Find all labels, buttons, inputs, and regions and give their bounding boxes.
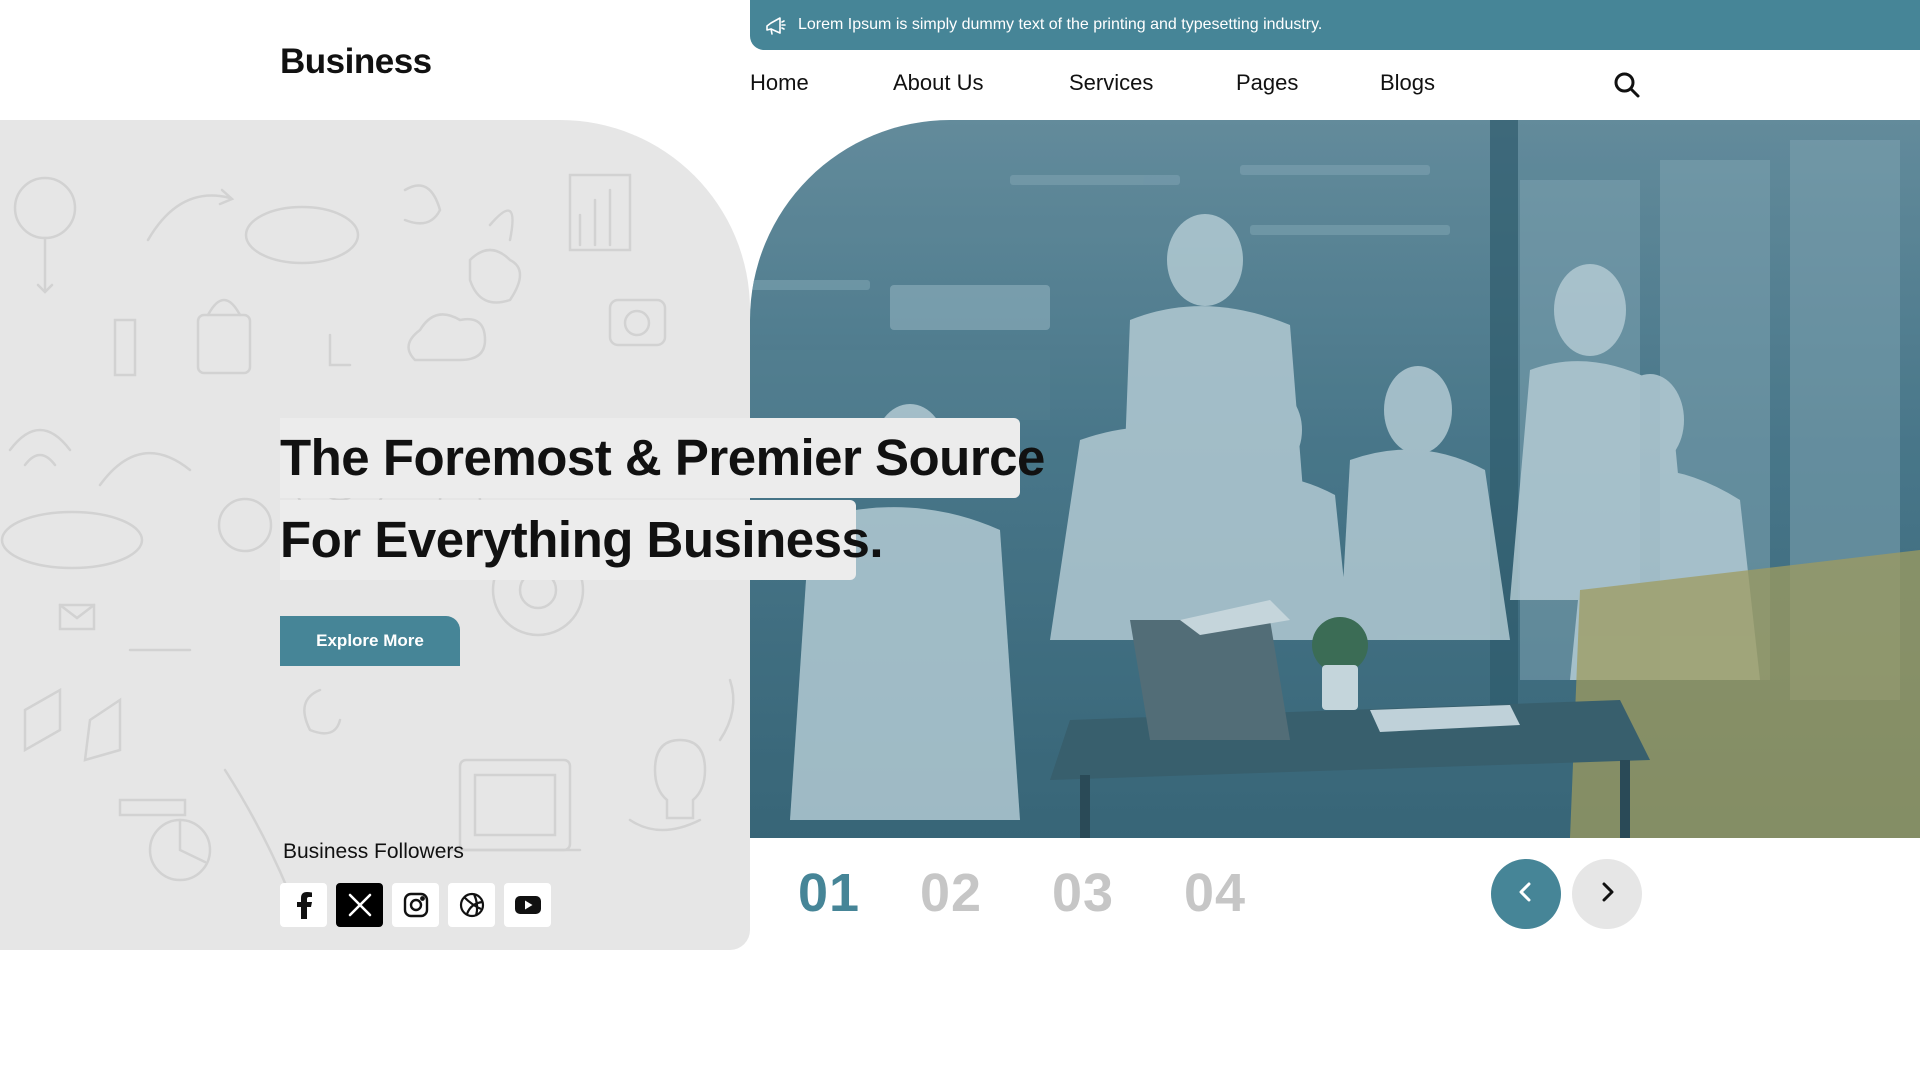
announcement-bar: Lorem Ipsum is simply dummy text of the … bbox=[750, 0, 1920, 50]
youtube-icon[interactable] bbox=[504, 883, 551, 927]
hero-headline-text-1: The Foremost & Premier Source bbox=[280, 429, 1045, 486]
nav-blogs[interactable]: Blogs bbox=[1380, 70, 1435, 96]
hero-headline-line2: For Everything Business. bbox=[280, 500, 884, 580]
site-logo[interactable]: Business bbox=[280, 42, 432, 82]
announcement-text: Lorem Ipsum is simply dummy text of the … bbox=[798, 16, 1323, 33]
slide-01[interactable]: 01 bbox=[798, 862, 860, 924]
chevron-left-icon bbox=[1515, 881, 1537, 908]
nav-pages[interactable]: Pages bbox=[1236, 70, 1298, 96]
explore-more-button[interactable]: Explore More bbox=[280, 616, 460, 666]
x-icon[interactable] bbox=[336, 883, 383, 927]
hero-headline-text-2: For Everything Business. bbox=[280, 511, 884, 568]
slide-02[interactable]: 02 bbox=[920, 862, 982, 924]
followers-title: Business Followers bbox=[283, 840, 464, 863]
next-slide-button[interactable] bbox=[1572, 859, 1642, 929]
nav-home[interactable]: Home bbox=[750, 70, 809, 96]
slide-04[interactable]: 04 bbox=[1184, 862, 1246, 924]
social-links bbox=[280, 883, 551, 927]
dribbble-icon[interactable] bbox=[448, 883, 495, 927]
chevron-right-icon bbox=[1596, 881, 1618, 908]
slide-03[interactable]: 03 bbox=[1052, 862, 1114, 924]
search-icon[interactable] bbox=[1612, 70, 1642, 100]
nav-services[interactable]: Services bbox=[1069, 70, 1153, 96]
nav-about-us[interactable]: About Us bbox=[893, 70, 984, 96]
facebook-icon[interactable] bbox=[280, 883, 327, 927]
megaphone-icon bbox=[764, 14, 786, 36]
instagram-icon[interactable] bbox=[392, 883, 439, 927]
prev-slide-button[interactable] bbox=[1491, 859, 1561, 929]
hero-headline-line1: The Foremost & Premier Source bbox=[280, 418, 1045, 498]
